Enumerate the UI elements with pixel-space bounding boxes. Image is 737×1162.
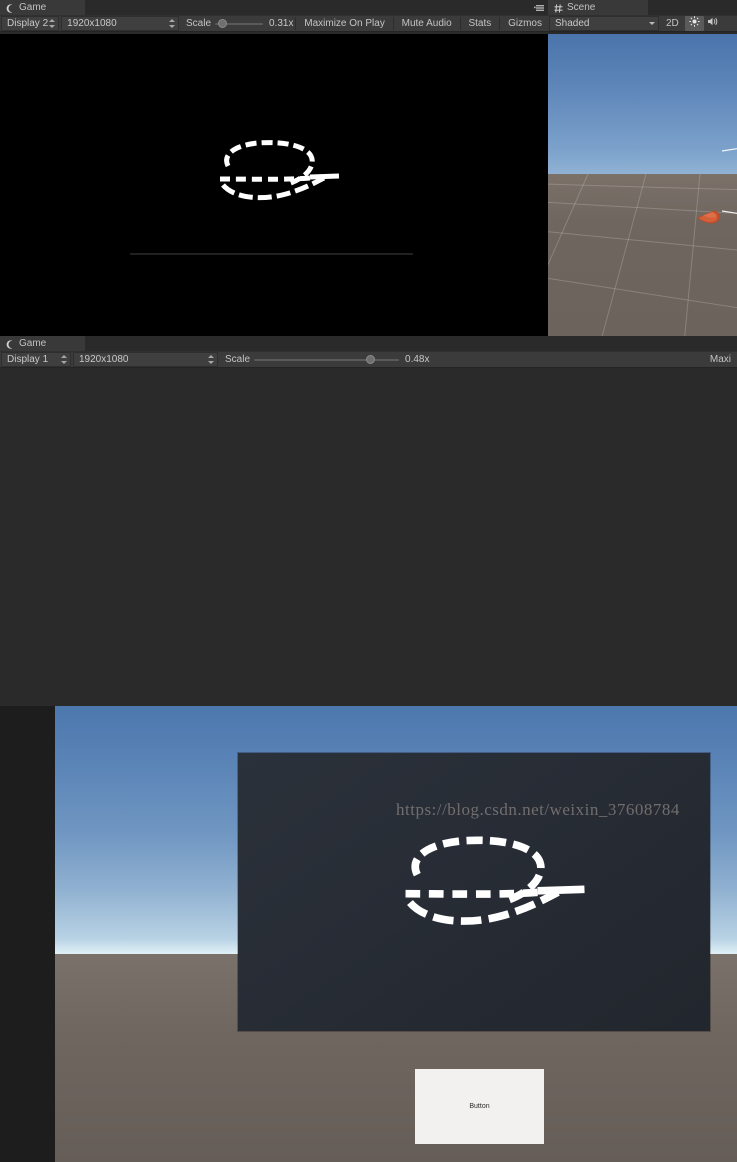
display-dropdown-top[interactable]: Display 2 (1, 16, 60, 31)
tab-scene-label: Scene (567, 2, 596, 13)
ui-button[interactable]: Button (415, 1069, 544, 1144)
scene-view-panel: Scene Shaded 2D (548, 0, 737, 336)
scale-label-bottom: Scale (225, 354, 251, 365)
tab-scene[interactable]: Scene (548, 0, 648, 15)
updown-arrows-icon (48, 18, 56, 29)
tab-game-bottom[interactable]: Game (0, 336, 85, 351)
camera-frustum-wireframe (721, 147, 737, 220)
game-view-bottom-panel: Game Display 1 1920x1080 Scale 0.48x Max… (0, 336, 737, 1162)
resolution-dropdown-top-value: 1920x1080 (67, 18, 117, 29)
game-view-top-canvas[interactable] (0, 34, 548, 336)
tab-game-top[interactable]: Game (0, 0, 85, 15)
lasso-drawing-bottom (385, 829, 605, 935)
draw-mode-value: Shaded (555, 18, 590, 29)
game-bottom-tabbar: Game (0, 336, 737, 351)
resolution-dropdown-bottom-value: 1920x1080 (79, 354, 129, 365)
stats-button-top[interactable]: Stats (462, 16, 497, 31)
scene-grid-icon (554, 3, 563, 13)
tab-game-top-label: Game (19, 2, 47, 13)
display-dropdown-bottom[interactable]: Display 1 (1, 352, 71, 367)
display-dropdown-top-value: Display 2 (7, 18, 49, 29)
faint-horizontal-line-top (130, 253, 413, 255)
tabbar-empty-area (85, 336, 737, 351)
scene-tabbar: Scene (548, 0, 737, 15)
scale-slider-knob-top[interactable] (218, 19, 228, 28)
sun-icon (689, 15, 700, 32)
maximize-on-play-button-bottom[interactable]: Maxi (704, 352, 737, 367)
toolbar-divider (499, 17, 501, 30)
mute-audio-button-top[interactable]: Mute Audio (396, 16, 458, 31)
gizmos-button-top[interactable]: Gizmos (502, 16, 548, 31)
updown-arrows-icon (168, 18, 175, 29)
game-view-bottom-canvas[interactable]: Button (0, 706, 737, 1162)
toolbar-divider (392, 17, 394, 30)
scale-slider-bottom[interactable] (254, 352, 400, 367)
game-controller-icon (6, 339, 15, 349)
lasso-drawing-top (206, 136, 356, 206)
scene-audio-toggle[interactable] (704, 16, 721, 31)
toolbar-divider (295, 17, 297, 30)
game-bottom-render-area: Button (55, 706, 737, 1162)
scale-label-top: Scale (185, 18, 211, 29)
game-top-toolbar: Display 2 1920x1080 Scale 0.31x Maximize… (0, 15, 548, 32)
tabbar-empty-area (648, 0, 737, 15)
maximize-on-play-button-top[interactable]: Maximize On Play (298, 16, 391, 31)
resolution-dropdown-top[interactable]: 1920x1080 (61, 16, 179, 31)
toolbar-divider (459, 17, 461, 30)
scale-slider-knob-bottom[interactable] (365, 355, 375, 364)
game-top-tabbar: Game (0, 0, 548, 15)
tab-game-bottom-label: Game (19, 338, 47, 349)
scene-ground-plane (548, 174, 737, 336)
game-view-top-panel: Game Display 2 1920x1080 Scale 0.31x Max… (0, 0, 548, 336)
toggle-2d-button[interactable]: 2D (660, 16, 685, 31)
scale-value-top: 0.31x (269, 18, 294, 29)
draw-mode-dropdown[interactable]: Shaded (549, 16, 659, 31)
scene-toolbar: Shaded 2D (548, 15, 737, 32)
updown-arrows-icon (60, 354, 67, 365)
scale-slider-track-bottom (254, 358, 400, 361)
display-dropdown-bottom-value: Display 1 (7, 354, 49, 365)
scene-view-canvas[interactable] (548, 34, 737, 336)
tabbar-empty-area (85, 0, 532, 15)
chevron-down-icon (649, 22, 655, 25)
game-bottom-toolbar: Display 1 1920x1080 Scale 0.48x Maxi (0, 351, 737, 368)
resolution-dropdown-bottom[interactable]: 1920x1080 (73, 352, 218, 367)
speaker-icon (707, 16, 718, 32)
scale-slider-top[interactable] (215, 16, 263, 31)
game-controller-icon (6, 3, 15, 13)
ui-button-label: Button (469, 1103, 490, 1110)
panel-options-icon[interactable] (532, 0, 548, 15)
scene-lighting-toggle[interactable] (684, 15, 704, 32)
cone-object (696, 208, 722, 231)
updown-arrows-icon (207, 354, 214, 365)
scale-value-bottom: 0.48x (405, 354, 430, 365)
